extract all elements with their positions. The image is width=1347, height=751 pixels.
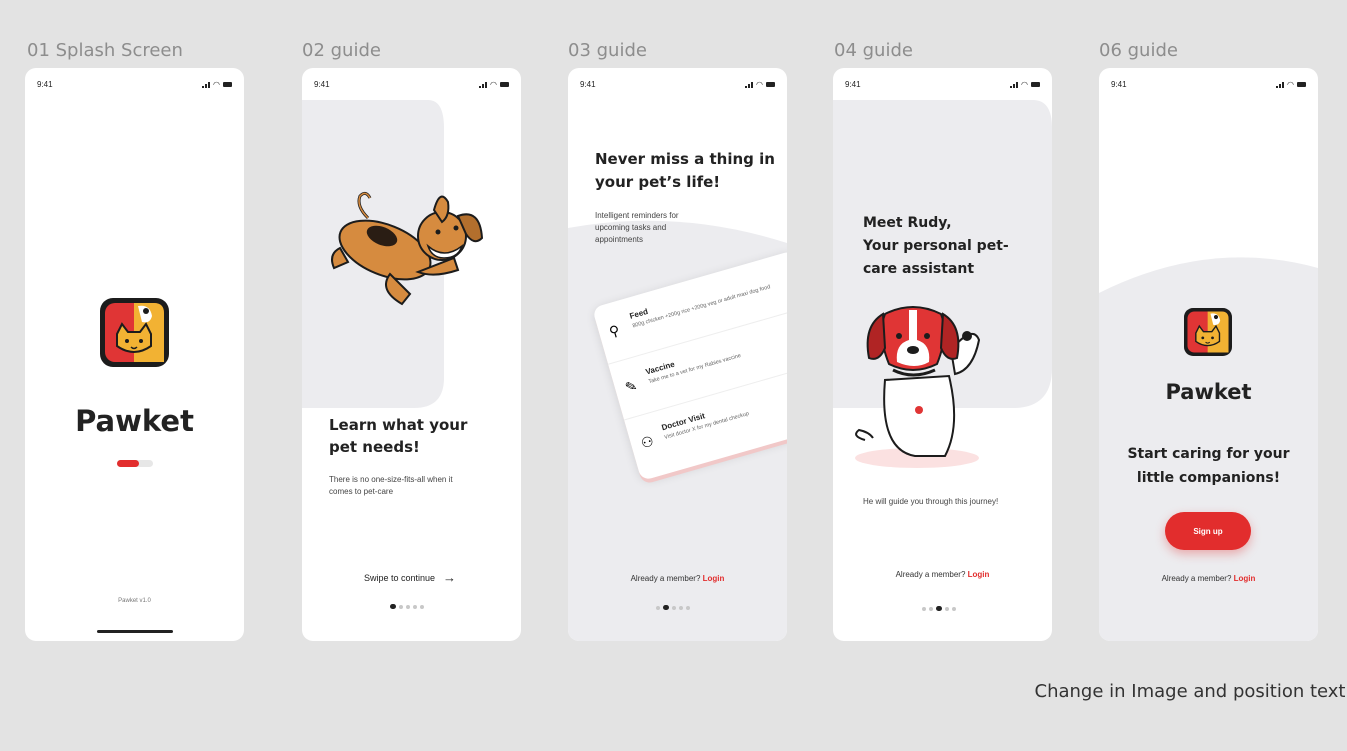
guide-body: There is no one-size-fits-all when it co… (329, 475, 453, 496)
login-prompt: Already a member? Login (568, 574, 787, 583)
page-dot-2[interactable] (929, 606, 933, 611)
page-dot-1[interactable] (656, 605, 660, 610)
status-time: 9:41 (314, 79, 330, 89)
frame-title-guide-04: 04 guide (834, 40, 913, 61)
signal-icon (1276, 81, 1285, 88)
page-dot-1[interactable] (922, 606, 926, 611)
app-name: Pawket (1165, 380, 1252, 404)
battery-icon (1031, 81, 1040, 87)
page-dot-4[interactable] (679, 605, 683, 610)
tagline: Start caring for your little companions! (1127, 446, 1290, 486)
login-link[interactable]: Login (1234, 574, 1256, 583)
home-indicator (97, 630, 173, 633)
pawket-logo (100, 298, 169, 372)
login-link[interactable]: Login (703, 574, 725, 583)
guide-heading: Never miss a thing in your pet’s life! (595, 150, 775, 191)
background-blob (302, 100, 444, 408)
signal-icon (745, 81, 754, 88)
status-time: 9:41 (845, 79, 861, 89)
page-indicator (390, 604, 424, 609)
guide-screen-02: 9:41 ◠ Learn what your pet needs! There … (302, 68, 521, 641)
status-time: 9:41 (580, 79, 596, 89)
swipe-label: Swipe to continue (364, 572, 436, 583)
status-time: 9:41 (1111, 79, 1127, 89)
design-annotation: Change in Image and position text (1034, 681, 1346, 702)
doctor-icon: ⚇ (639, 432, 656, 452)
bone-icon: ⚲ (607, 321, 622, 340)
login-prompt-text: Already a member? (895, 570, 966, 579)
page-dot-5[interactable] (952, 606, 956, 611)
status-bar: 9:41 ◠ (580, 78, 775, 90)
status-time: 9:41 (37, 79, 53, 89)
wifi-icon: ◠ (490, 79, 497, 89)
version-label: Pawket v1.0 (118, 598, 151, 604)
rudy-beagle-illustration (855, 306, 981, 468)
status-bar: 9:41 ◠ (314, 78, 509, 90)
page-dot-2[interactable] (399, 604, 403, 609)
page-dot-4[interactable] (413, 604, 417, 609)
login-prompt: Already a member? Login (1099, 574, 1318, 583)
pawket-logo (1184, 308, 1232, 361)
page-dot-4[interactable] (945, 606, 949, 611)
guide-body: He will guide you through this journey! (863, 497, 999, 506)
page-dot-5[interactable] (686, 605, 690, 610)
page-dot-3[interactable] (672, 605, 676, 610)
page-indicator (922, 606, 956, 611)
page-dot-3[interactable] (406, 604, 410, 609)
battery-icon (766, 81, 775, 87)
swipe-continue-button[interactable]: Swipe to continue → (364, 570, 456, 585)
signal-icon (479, 81, 488, 88)
status-bar: 9:41 ◠ (1111, 78, 1306, 90)
loading-bar (117, 460, 153, 467)
splash-screen: 9:41 ◠ Pawket Pawket v1.0 (25, 68, 244, 641)
guide-screen-06: 9:41 ◠ Pawket Start caring for your litt… (1099, 68, 1318, 641)
frame-title-guide-03: 03 guide (568, 40, 647, 61)
frame-title-guide-06: 06 guide (1099, 40, 1178, 61)
signup-button[interactable]: Sign up (1165, 512, 1251, 550)
page-dot-5[interactable] (420, 604, 424, 609)
battery-icon (1297, 81, 1306, 87)
guide-heading: Learn what your pet needs! (329, 416, 468, 456)
page-dot-3[interactable] (936, 606, 942, 611)
guide-screen-03: 9:41 ◠ Never miss a thing in your pet’s … (568, 68, 787, 641)
login-prompt-text: Already a member? (1161, 574, 1232, 583)
app-name: Pawket (75, 404, 194, 438)
wifi-icon: ◠ (213, 79, 220, 89)
loading-bar-fill (117, 460, 139, 467)
status-bar: 9:41 ◠ (845, 78, 1040, 90)
page-dot-2[interactable] (663, 605, 669, 610)
frame-title-guide-02: 02 guide (302, 40, 381, 61)
page-dot-1[interactable] (390, 604, 396, 609)
login-prompt: Already a member? Login (833, 570, 1052, 579)
battery-icon (223, 81, 232, 87)
wifi-icon: ◠ (756, 79, 763, 89)
wifi-icon: ◠ (1021, 79, 1028, 89)
frame-title-splash: 01 Splash Screen (27, 40, 183, 61)
signal-icon (202, 81, 211, 88)
status-bar: 9:41 ◠ (37, 78, 232, 90)
syringe-icon: ✎ (623, 376, 639, 396)
login-prompt-text: Already a member? (630, 574, 701, 583)
arrow-right-icon: → (443, 570, 457, 585)
running-dog-illustration (331, 191, 484, 306)
battery-icon (500, 81, 509, 87)
guide-body: Intelligent reminders for upcoming tasks… (595, 211, 679, 244)
page-indicator (656, 605, 690, 610)
login-link[interactable]: Login (968, 570, 990, 579)
guide-heading-line2: Your personal pet-care assistant (863, 238, 1009, 277)
guide-heading-line1: Meet Rudy, (863, 215, 952, 231)
signal-icon (1010, 81, 1019, 88)
wifi-icon: ◠ (1287, 79, 1294, 89)
guide-screen-04: 9:41 ◠ Meet Rudy, Your personal pet-care… (833, 68, 1052, 641)
